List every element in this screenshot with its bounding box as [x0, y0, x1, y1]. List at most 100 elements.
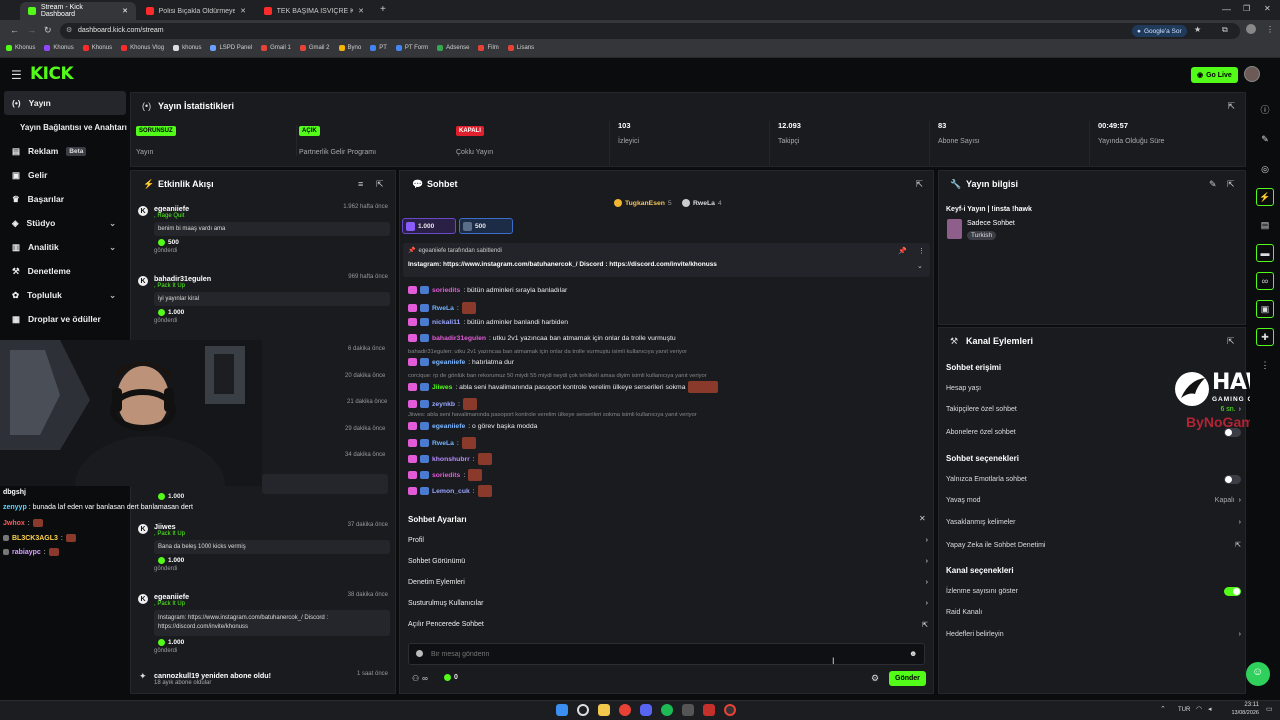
chat-message-input[interactable]	[431, 648, 891, 661]
bookmark-item[interactable]: Khonus	[82, 45, 112, 51]
support-chat-button[interactable]: ☺	[1246, 662, 1270, 686]
chat-username[interactable]: Lemon_cuk	[432, 488, 470, 495]
setting-show-viewcount[interactable]: İzlenme sayısını göster	[946, 587, 1241, 596]
bookmark-item[interactable]: Film	[478, 45, 499, 51]
chat-username[interactable]: khonshubrr	[432, 456, 470, 463]
close-icon[interactable]: ✕	[240, 7, 246, 15]
setting-raid-channel[interactable]: Raid Kanalı	[946, 609, 1241, 616]
volume-icon[interactable]: ◂	[1208, 705, 1212, 713]
setting-followers-only[interactable]: Takipçilere özel sohbet 6 sn. ›	[946, 406, 1241, 413]
profile-avatar[interactable]	[1246, 24, 1256, 34]
extensions-icon[interactable]: ⧉	[1222, 25, 1228, 35]
goal-chip[interactable]: 500	[459, 218, 513, 234]
wrench-icon[interactable]: ✚	[1256, 328, 1274, 346]
spotify-icon[interactable]	[661, 704, 673, 716]
tab-youtube-2[interactable]: TEK BAŞIMA İSVİÇRE KÖYLERİNE ✕	[256, 2, 372, 20]
maximize-icon[interactable]: ❐	[1243, 4, 1250, 13]
bookmark-item[interactable]: PT Form	[395, 45, 428, 51]
layout-icon[interactable]: ▣	[1256, 300, 1274, 318]
google-ask-button[interactable]: ● Google'a Sor	[1132, 25, 1187, 37]
sidebar-item-basarilar[interactable]: ♛ Başarılar	[0, 187, 130, 211]
tab-kick-dashboard[interactable]: Stream - Kick Dashboard ✕	[20, 2, 136, 20]
bookmark-item[interactable]: Gmail 1	[261, 45, 291, 51]
notification-icon[interactable]: ▭	[1266, 705, 1273, 713]
chat-users-toggle[interactable]: ⚇ ∞	[412, 674, 428, 683]
forward-icon[interactable]: →	[27, 25, 36, 35]
bookmark-item[interactable]: Khonus Vlog	[121, 45, 164, 51]
chat-username[interactable]: egeaniiefe	[432, 359, 465, 366]
bookmark-item[interactable]: khonus	[173, 45, 201, 51]
edit-icon[interactable]: ✎	[1209, 179, 1217, 190]
popout-icon[interactable]: ⇱	[1227, 101, 1235, 112]
sidebar-item-analitik[interactable]: ▥ Analitik ⌄	[0, 235, 130, 259]
chrome-icon[interactable]	[619, 704, 631, 716]
more-icon[interactable]: ⋮	[1256, 356, 1274, 374]
setting-ai-moderation[interactable]: Yapay Zeka ile Sohbet Denetimi ⇱	[946, 541, 1241, 550]
more-icon[interactable]: ⋮	[918, 247, 925, 255]
stream-tag[interactable]: Turkish	[967, 231, 997, 240]
filter-icon[interactable]: ≡	[358, 179, 363, 189]
settings-row-muted[interactable]: Susturulmuş Kullanıcılar ›	[408, 600, 928, 607]
bookmark-item[interactable]: Khonus	[6, 45, 35, 51]
app-icon[interactable]	[682, 704, 694, 716]
language-indicator[interactable]: TUR	[1178, 707, 1190, 713]
bookmark-item[interactable]: Adsense	[437, 45, 469, 51]
reload-icon[interactable]: ↻	[44, 25, 52, 36]
chevron-down-icon[interactable]: ⌄	[917, 262, 923, 270]
stream-category[interactable]: Sadece Sohbet	[967, 220, 1015, 227]
popout-icon[interactable]: ⇱	[1227, 179, 1235, 190]
document-icon[interactable]: ▤	[1256, 216, 1274, 234]
bookmark-item[interactable]: PT	[370, 45, 387, 51]
top-gifter[interactable]: RweLa 4	[682, 199, 722, 207]
unpin-icon[interactable]: 📌	[898, 247, 907, 255]
wifi-icon[interactable]: ◠	[1196, 705, 1202, 713]
bookmark-star-icon[interactable]: ★	[1194, 25, 1201, 34]
chat-username[interactable]: nickali11	[432, 319, 460, 326]
obs-icon[interactable]	[703, 704, 715, 716]
chat-username[interactable]: soriedits	[432, 287, 460, 294]
close-icon[interactable]: ✕	[919, 514, 926, 523]
chat-icon[interactable]: ▬	[1256, 244, 1274, 262]
setting-slow-mode[interactable]: Yavaş mod Kapalı ›	[946, 497, 1241, 504]
goal-chip[interactable]: 1.000	[402, 218, 456, 234]
discord-icon[interactable]	[640, 704, 652, 716]
chat-username[interactable]: RweLa	[432, 440, 454, 447]
go-live-button[interactable]: ◉ Go Live	[1191, 67, 1238, 83]
settings-row-appearance[interactable]: Sohbet Görünümü ›	[408, 558, 928, 565]
sidebar-item-stream-key[interactable]: Yayın Bağlantısı ve Anahtarı	[0, 115, 130, 139]
chat-username[interactable]: egeaniiefe	[432, 423, 465, 430]
link-icon[interactable]: ∞	[1256, 272, 1274, 290]
top-gifter[interactable]: TugkanEsen 5	[614, 199, 672, 207]
setting-emote-only[interactable]: Yalnızca Emotlarla sohbet	[946, 475, 1241, 484]
setting-set-goals[interactable]: Hedefleri belirleyin ›	[946, 631, 1241, 638]
popout-icon[interactable]: ⇱	[1227, 336, 1235, 347]
chat-username[interactable]: bahadir31egulen	[432, 335, 486, 342]
sidebar-item-yayin[interactable]: (•) Yayın	[4, 91, 126, 115]
bookmark-item[interactable]: Khonus	[44, 45, 74, 51]
settings-row-moderation[interactable]: Denetim Eylemleri ›	[408, 579, 928, 586]
chat-settings-gear-icon[interactable]: ⚙	[871, 673, 879, 684]
windows-start-icon[interactable]	[556, 704, 568, 716]
bookmark-item[interactable]: Byno	[338, 45, 361, 51]
sidebar-item-denetleme[interactable]: ⚒ Denetleme	[0, 259, 130, 283]
chat-username[interactable]: zeynkb	[432, 401, 455, 408]
settings-row-popout[interactable]: Açılır Pencerede Sohbet ⇱	[408, 621, 928, 629]
emoji-icon[interactable]: ☻	[909, 649, 917, 658]
window-close-icon[interactable]: ✕	[1264, 4, 1271, 13]
channel-points[interactable]: 0	[444, 674, 458, 681]
sidebar-item-reklam[interactable]: ▤ Reklam Beta	[0, 139, 130, 163]
chat-input-box[interactable]: ☻	[408, 643, 925, 665]
sidebar-item-droplar[interactable]: ▦ Droplar ve ödüller	[0, 307, 130, 331]
minimize-icon[interactable]: —	[1222, 4, 1231, 14]
chat-username[interactable]: RweLa	[432, 305, 454, 312]
popout-icon[interactable]: ⇱	[915, 179, 923, 190]
show-viewcount-toggle[interactable]	[1224, 587, 1241, 596]
tray-arrow-icon[interactable]: ⌃	[1160, 705, 1166, 713]
app2-icon[interactable]	[724, 704, 736, 716]
site-info-icon[interactable]: ⚙	[66, 23, 72, 39]
sidebar-item-studyo[interactable]: ◈ Stüdyo ⌄	[0, 211, 130, 235]
sidebar-item-topluluk[interactable]: ✿ Topluluk ⌄	[0, 283, 130, 307]
bookmark-item[interactable]: Gmail 2	[299, 45, 330, 51]
edit-icon[interactable]: ✎	[1256, 130, 1274, 148]
camera-icon[interactable]: ◎	[1256, 160, 1274, 178]
